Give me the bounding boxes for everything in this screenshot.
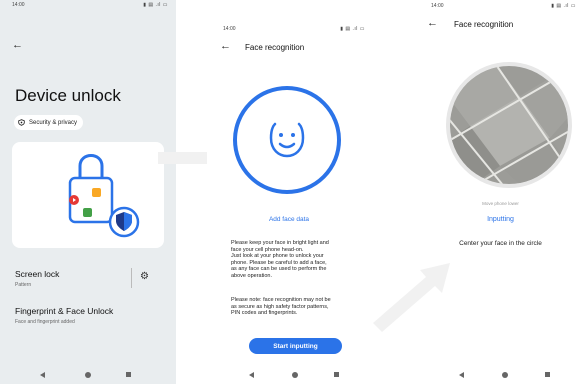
- nav-bar: [419, 368, 582, 384]
- note-line: PIN codes and fingerprints.: [231, 310, 298, 317]
- instruction-line: above operation.: [231, 272, 272, 279]
- transition-arrow-icon: [373, 263, 450, 332]
- camera-preview: [446, 62, 572, 188]
- camera-preview-image: [450, 66, 568, 184]
- instruction-line: Please keep your face in bright light an…: [231, 240, 329, 246]
- status-time: 14:00: [223, 26, 236, 32]
- security-privacy-chip[interactable]: Security & privacy: [14, 115, 84, 130]
- lock-illustration-card: [12, 142, 164, 248]
- fingerprint-face-unlock-title[interactable]: Fingerprint & Face Unlock: [15, 306, 113, 316]
- status-time: 14:00: [431, 3, 444, 9]
- nav-bar: [207, 368, 371, 384]
- gear-icon[interactable]: ⚙: [140, 271, 149, 282]
- lock-illustration: [68, 154, 140, 238]
- page-title: Device unlock: [15, 86, 121, 105]
- face-circle: [233, 86, 341, 194]
- note-line: Please note: face recognition may not be: [231, 297, 331, 303]
- instructions-text: Please keep your face in bright light an…: [231, 240, 361, 280]
- inputting-status: Inputting: [487, 216, 514, 223]
- nav-back-icon[interactable]: [40, 372, 45, 378]
- add-face-data-link[interactable]: Add face data: [207, 216, 371, 223]
- security-note-text: Please note: face recognition may not be…: [231, 297, 361, 317]
- device-unlock-screen: 14:00 ▮ ▤ .ıl ▭ ← Device unlock Security…: [0, 0, 176, 384]
- status-bar: 14:00 ▮ ▤ .ıl ▭: [207, 0, 371, 32]
- divider: [131, 268, 132, 288]
- instruction-line: Just look at your phone to unlock your: [231, 253, 324, 260]
- status-time: 14:00: [12, 2, 25, 8]
- center-face-instruction: Center your face in the circle: [459, 240, 542, 247]
- page-title: Face recognition: [454, 20, 514, 29]
- note-line: as secure as high safety factor patterns…: [231, 303, 329, 310]
- shield-icon: [18, 119, 25, 126]
- chip-label: Security & privacy: [29, 119, 78, 126]
- nav-back-icon[interactable]: [249, 372, 254, 378]
- nav-back-icon[interactable]: [459, 372, 464, 378]
- nav-recent-icon[interactable]: [126, 372, 131, 377]
- fingerprint-face-unlock-subtitle: Face and fingerprint added: [15, 319, 75, 325]
- back-arrow-icon[interactable]: ←: [220, 41, 231, 52]
- page-title: Face recognition: [245, 43, 305, 52]
- start-inputting-button[interactable]: Start inputting: [249, 338, 342, 354]
- screen-lock-subtitle: Pattern: [15, 282, 32, 288]
- nav-recent-icon[interactable]: [334, 372, 339, 377]
- back-arrow-icon[interactable]: ←: [12, 40, 23, 51]
- instruction-line: phone. Please be careful to add a face,: [231, 259, 327, 266]
- nav-home-icon[interactable]: [502, 372, 508, 378]
- instruction-line: face your cell phone head-on.: [231, 246, 304, 253]
- nav-home-icon[interactable]: [85, 372, 91, 378]
- back-arrow-icon[interactable]: ←: [427, 18, 438, 29]
- instruction-line: as any face can be used to perform the: [231, 266, 327, 273]
- status-icons: ▮ ▤ .ıl ▭: [143, 2, 168, 8]
- status-icons: ▮ ▤ .ıl ▭: [340, 26, 365, 32]
- screen-lock-title[interactable]: Screen lock: [15, 269, 59, 279]
- nav-home-icon[interactable]: [292, 372, 298, 378]
- status-icons: ▮ ▤ .ıl ▭: [551, 3, 576, 9]
- status-bar: 14:00 ▮ ▤ .ıl ▭: [419, 0, 582, 14]
- status-bar: 14:00 ▮ ▤ .ıl ▭: [0, 0, 176, 14]
- move-phone-hint: Move phone lower: [482, 201, 519, 206]
- nav-recent-icon[interactable]: [545, 372, 550, 377]
- smiley-face-icon: [269, 122, 305, 158]
- nav-bar: [0, 368, 176, 384]
